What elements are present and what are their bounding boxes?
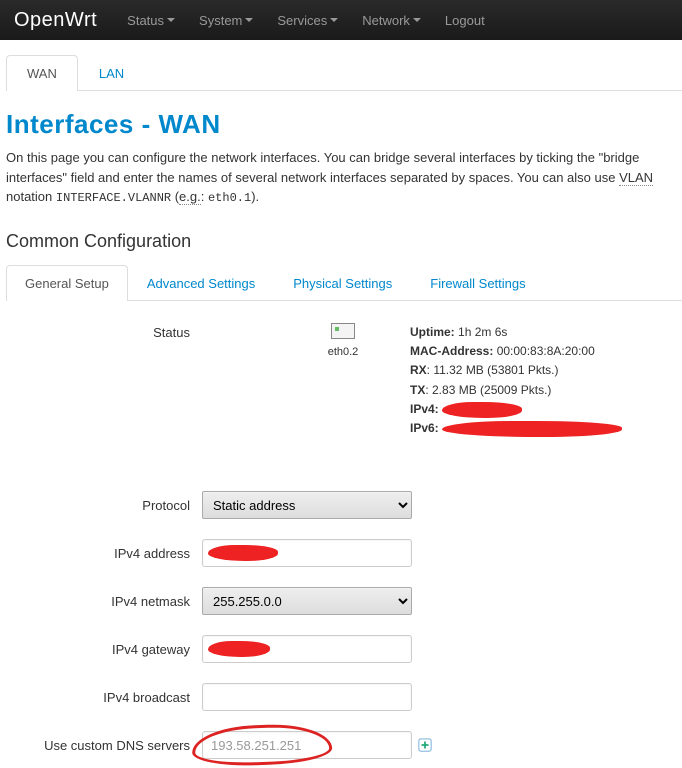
abbr-eg: e.g. <box>179 189 201 205</box>
tab-wan[interactable]: WAN <box>6 55 78 91</box>
ipv4-netmask-select[interactable]: 255.255.0.0 <box>202 587 412 615</box>
nav-logout-label: Logout <box>445 13 485 28</box>
add-dns-icon[interactable] <box>418 738 432 752</box>
section-title: Common Configuration <box>6 231 682 252</box>
caret-icon <box>245 18 253 22</box>
tab-general-setup[interactable]: General Setup <box>6 265 128 301</box>
ipv4-address-label: IPv4 address <box>6 546 202 561</box>
config-tabs: General Setup Advanced Settings Physical… <box>6 264 682 301</box>
protocol-select[interactable]: Static address <box>202 491 412 519</box>
interface-icon-block: eth0.2 <box>308 323 378 358</box>
tab-advanced-settings[interactable]: Advanced Settings <box>128 265 274 301</box>
nav-services[interactable]: Services <box>267 3 348 38</box>
ipv4-gateway-label: IPv4 gateway <box>6 642 202 657</box>
abbr-vlan: VLAN <box>619 170 653 186</box>
nav-status-label: Status <box>127 13 164 28</box>
interface-name: eth0.2 <box>308 346 378 358</box>
caret-icon <box>167 18 175 22</box>
nav-system[interactable]: System <box>189 3 263 38</box>
protocol-label: Protocol <box>6 498 202 513</box>
redacted-ipv4-gw <box>208 641 270 657</box>
nav-network-label: Network <box>362 13 410 28</box>
caret-icon <box>330 18 338 22</box>
interface-tabs: WAN LAN <box>6 54 682 91</box>
status-details: Uptime: 1h 2m 6s MAC-Address: 00:00:83:8… <box>410 323 622 438</box>
nav-services-label: Services <box>277 13 327 28</box>
redacted-ipv4 <box>442 402 522 418</box>
page-description: On this page you can configure the netwo… <box>6 148 682 207</box>
nav-system-label: System <box>199 13 242 28</box>
ipv4-broadcast-input[interactable] <box>202 683 412 711</box>
nav-logout[interactable]: Logout <box>435 3 495 38</box>
status-label: Status <box>6 323 202 340</box>
ethernet-icon <box>331 323 355 339</box>
page-title: Interfaces - WAN <box>6 109 682 140</box>
brand[interactable]: OpenWrt <box>14 9 97 32</box>
dns-label: Use custom DNS servers <box>6 738 202 753</box>
nav-network[interactable]: Network <box>352 3 431 38</box>
nav-status[interactable]: Status <box>117 3 185 38</box>
top-navbar: OpenWrt Status System Services Network L… <box>0 0 682 40</box>
tab-lan[interactable]: LAN <box>78 55 145 91</box>
redacted-ipv4-addr <box>208 545 278 561</box>
ipv4-broadcast-label: IPv4 broadcast <box>6 690 202 705</box>
ipv4-netmask-label: IPv4 netmask <box>6 594 202 609</box>
redacted-ipv6 <box>442 421 622 437</box>
dns-input[interactable] <box>202 731 412 759</box>
caret-icon <box>413 18 421 22</box>
tab-physical-settings[interactable]: Physical Settings <box>274 265 411 301</box>
tab-firewall-settings[interactable]: Firewall Settings <box>411 265 544 301</box>
